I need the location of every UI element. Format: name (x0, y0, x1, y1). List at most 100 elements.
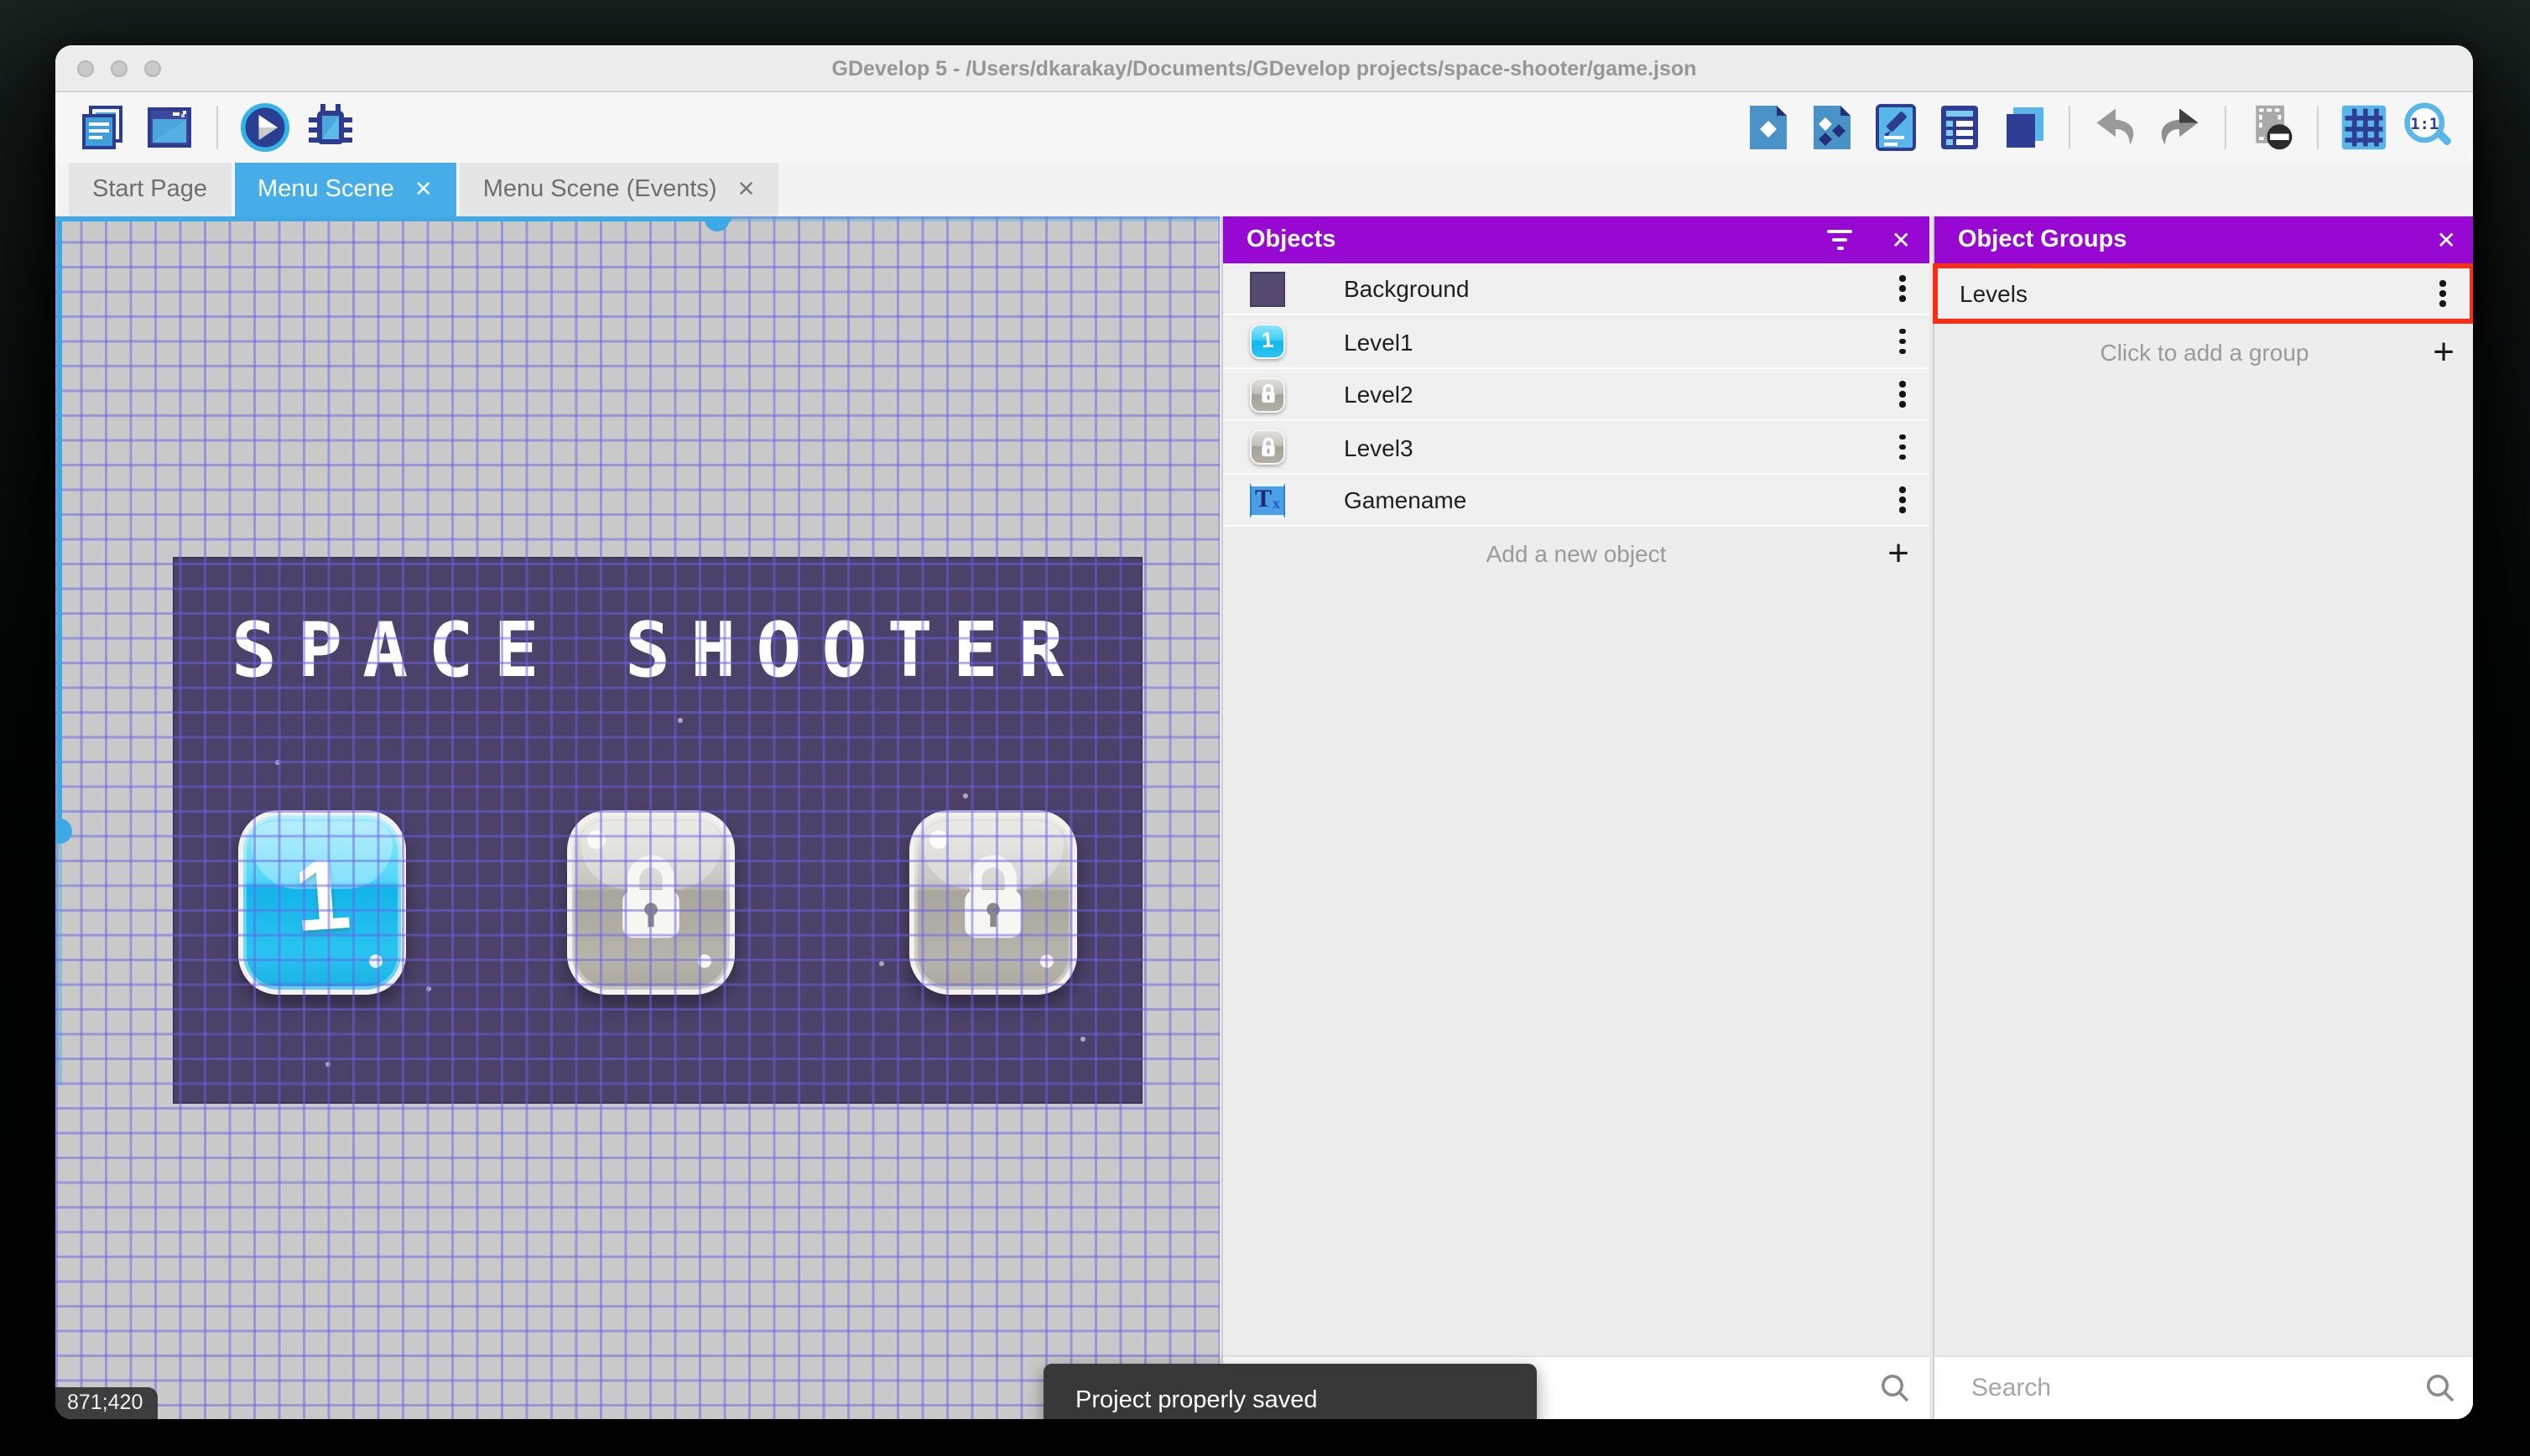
play-preview-icon[interactable] (240, 102, 290, 153)
tab-strip: Start Page Menu Scene ✕ Menu Scene (Even… (55, 163, 2473, 216)
tab-menu-scene-events[interactable]: Menu Scene (Events) ✕ (459, 163, 783, 216)
background-thumbnail (1250, 271, 1285, 306)
screen: GDevelop 5 - /Users/dkarakay/Documents/G… (0, 0, 2530, 1456)
object-menu-icon[interactable] (1899, 486, 1906, 513)
objects-panel-title: Objects (1247, 226, 1336, 253)
star-dot (1080, 1037, 1085, 1042)
gamename-thumbnail: Tx (1250, 482, 1285, 517)
plus-icon[interactable]: + (1887, 528, 1909, 576)
svg-text:1:1: 1:1 (2410, 116, 2439, 133)
level2-button-object[interactable] (567, 810, 735, 995)
tab-label: Start Page (92, 176, 208, 203)
star-dot (963, 793, 968, 798)
shine-dot (369, 954, 383, 968)
toolbar-separator (216, 106, 218, 149)
object-menu-icon[interactable] (1899, 275, 1906, 302)
toolbar-separator (2069, 106, 2070, 149)
close-tab-icon[interactable]: ✕ (414, 176, 433, 203)
filter-icon[interactable] (1827, 230, 1852, 251)
scene-window-top-handle[interactable] (705, 216, 730, 231)
objects-panel: Objects ✕ Background 1 Level1 Level2 Lev… (1221, 216, 1929, 1419)
text-object-glyph: T (1254, 486, 1272, 512)
group-menu-icon[interactable] (2439, 280, 2446, 307)
object-row-level3[interactable]: Level3 (1223, 422, 1929, 474)
project-manager-icon[interactable] (79, 102, 129, 153)
tab-label: Menu Scene (Events) (482, 176, 717, 203)
toast-message: Project properly saved (1075, 1387, 1318, 1414)
level1-thumbnail: 1 (1250, 324, 1285, 359)
lock-icon (607, 850, 695, 947)
objects-panel-header: Objects ✕ (1223, 216, 1929, 263)
toolbar-separator (2317, 106, 2319, 149)
scene-window-top-edge[interactable] (55, 216, 731, 221)
shine-dot (698, 954, 711, 968)
toggle-grid-icon[interactable] (2339, 102, 2389, 153)
object-name: Background (1344, 275, 1470, 302)
level3-button-object[interactable] (909, 810, 1077, 995)
level1-number: 1 (290, 836, 354, 954)
scene-window-left-edge-faint (57, 834, 62, 1085)
level2-thumbnail (1250, 377, 1285, 412)
zoom-1-1-icon[interactable]: 1:1 (2402, 102, 2453, 153)
tab-label: Menu Scene (258, 176, 394, 203)
object-menu-icon[interactable] (1899, 328, 1906, 355)
star-dot (325, 1062, 331, 1067)
star-dot (678, 718, 683, 723)
title-bar: GDevelop 5 - /Users/dkarakay/Documents/G… (55, 45, 2473, 92)
group-name: Levels (1960, 280, 2028, 307)
add-group-row[interactable]: Click to add a group + (1934, 327, 2473, 377)
tab-start-page[interactable]: Start Page (69, 163, 235, 216)
open-window-icon[interactable] (144, 102, 195, 153)
gdevelop-window: GDevelop 5 - /Users/dkarakay/Documents/G… (55, 45, 2473, 1419)
add-object-label: Add a new object (1486, 539, 1667, 566)
scene-window-top-edge-faint (731, 216, 1220, 221)
groups-panel-title: Object Groups (1958, 226, 2127, 253)
tab-strip-filler (782, 163, 2473, 216)
search-icon (2424, 1372, 2456, 1404)
star-dot (426, 986, 431, 991)
toolbar: 1:1 (55, 92, 2473, 163)
undo-icon[interactable] (2090, 102, 2141, 153)
level1-button-object[interactable]: 1 (238, 810, 406, 995)
object-row-background[interactable]: Background (1223, 263, 1929, 315)
close-tab-icon[interactable]: ✕ (737, 176, 756, 203)
toggle-mask-icon[interactable] (2246, 102, 2297, 153)
object-row-level2[interactable]: Level2 (1223, 369, 1929, 421)
plus-icon[interactable]: + (2433, 327, 2455, 376)
object-menu-icon[interactable] (1899, 381, 1906, 408)
lock-icon (1257, 435, 1278, 457)
cursor-coordinates-badge: 871;420 (55, 1387, 159, 1419)
objects-editor-icon[interactable] (1743, 102, 1793, 153)
object-name: Gamename (1344, 486, 1467, 513)
instances-list-icon[interactable] (1934, 102, 1985, 153)
lock-icon (1257, 382, 1278, 404)
close-panel-icon[interactable]: ✕ (2437, 216, 2456, 263)
object-row-level1[interactable]: 1 Level1 (1223, 316, 1929, 368)
scene-canvas[interactable]: SPACE SHOOTER 1 871;420 (55, 216, 1220, 1419)
lock-icon (950, 850, 1037, 947)
object-groups-editor-icon[interactable] (1807, 102, 1857, 153)
background-object[interactable]: SPACE SHOOTER 1 (173, 557, 1143, 1104)
object-name: Level3 (1344, 434, 1413, 460)
redo-icon[interactable] (2154, 102, 2205, 153)
close-panel-icon[interactable]: ✕ (1892, 216, 1911, 263)
scene-window-left-edge[interactable] (57, 216, 62, 834)
group-row-levels[interactable]: Levels (1933, 263, 2473, 324)
add-group-label: Click to add a group (2100, 339, 2309, 366)
groups-panel-header: Object Groups ✕ (1934, 216, 2473, 263)
object-row-gamename[interactable]: Tx Gamename (1223, 475, 1929, 527)
editor-content: SPACE SHOOTER 1 871;420 Objects ✕ Backgr… (55, 216, 2473, 1419)
add-object-row[interactable]: Add a new object + (1223, 528, 1929, 578)
debug-icon[interactable] (305, 102, 356, 153)
level3-thumbnail (1250, 429, 1285, 465)
game-title-text[interactable]: SPACE SHOOTER (174, 606, 1141, 694)
object-name: Level2 (1344, 381, 1413, 408)
scene-window-left-handle[interactable] (55, 819, 72, 844)
thumb-number: 1 (1260, 326, 1275, 353)
layers-editor-icon[interactable] (1998, 102, 2048, 153)
properties-editor-icon[interactable] (1871, 102, 1921, 153)
groups-search-input[interactable] (1934, 1357, 2473, 1419)
star-dot (879, 961, 884, 966)
object-menu-icon[interactable] (1899, 434, 1906, 460)
tab-menu-scene[interactable]: Menu Scene ✕ (234, 163, 460, 216)
